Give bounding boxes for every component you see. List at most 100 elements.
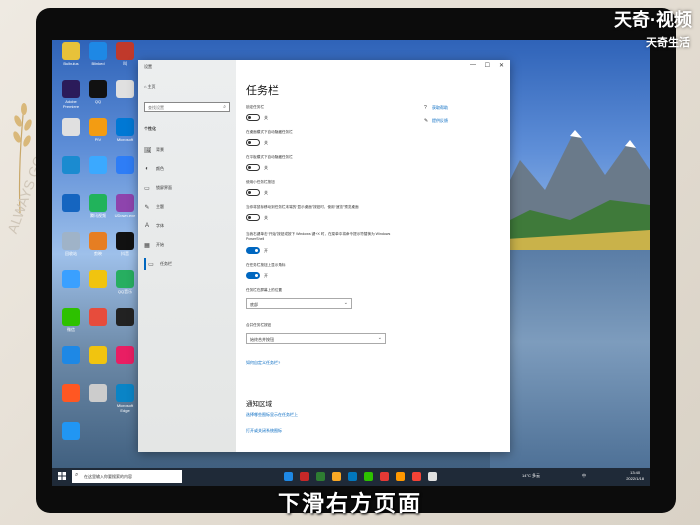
desktop-icon[interactable]: QQ (85, 80, 111, 104)
get-help-link[interactable]: ? 获取帮助 (424, 105, 448, 111)
setting-label: 在桌面模式下自动隐藏任务栏 (246, 130, 293, 134)
taskbar-app-icon[interactable] (284, 472, 293, 481)
nav-home[interactable]: ⌂ 主页 (144, 84, 156, 90)
app-icon (116, 42, 134, 60)
setting-label: 当你将鼠标移动到任务栏末端的“显示桌面”按钮时，使用“速览”预览桌面 (246, 205, 359, 209)
desktop-icon[interactable]: 回收站 (58, 232, 84, 256)
toggle-state: 关 (264, 140, 268, 145)
nav-item-start[interactable]: ▦ 开始 (144, 239, 234, 251)
desktop-icon[interactable] (85, 346, 111, 365)
desktop-icon[interactable]: PIV (85, 118, 111, 142)
desktop-icon[interactable]: 叫 (112, 42, 138, 66)
taskbar-app-icon[interactable] (396, 472, 405, 481)
desktop-icon[interactable]: Adobe Premiere (58, 80, 84, 109)
desktop-icon[interactable]: Microsoft (112, 118, 138, 142)
taskbar-app-icon[interactable] (364, 472, 373, 481)
desktop-icon[interactable] (58, 346, 84, 365)
weather-status[interactable]: 14°C 多云 (522, 473, 540, 479)
autohide-desktop-toggle[interactable] (246, 139, 260, 146)
autohide-tablet-toggle[interactable] (246, 164, 260, 171)
font-icon: A (144, 223, 149, 229)
desktop-icon[interactable]: Blinked (85, 42, 111, 66)
desktop-icon-label: 回收站 (65, 251, 77, 256)
lock-taskbar-toggle[interactable] (246, 114, 260, 121)
desktop-icon[interactable]: QQ音乐 (112, 270, 138, 294)
taskbar-app-icon[interactable] (428, 472, 437, 481)
taskbar-app-icon[interactable] (332, 472, 341, 481)
desktop-icon[interactable] (58, 194, 84, 213)
taskbar-position-select[interactable]: 底部 ⌄ (246, 298, 352, 309)
desktop-icon[interactable] (112, 156, 138, 175)
app-icon (116, 194, 134, 212)
desktop-icon[interactable] (112, 80, 138, 99)
nav-item-colors[interactable]: ◐ 颜色 (144, 163, 234, 175)
home-icon: ⌂ (144, 84, 147, 89)
desktop-icon[interactable] (58, 118, 84, 137)
taskbar-search-input[interactable]: ⌕ 在这里输入你要搜索的内容 (72, 470, 182, 483)
desktop-icon[interactable]: 抖音 (112, 232, 138, 256)
desktop-icon[interactable]: Bulbulus (58, 42, 84, 66)
desktop-icon[interactable] (85, 156, 111, 175)
palette-icon: ◐ (145, 166, 149, 172)
desktop-icon[interactable] (85, 270, 111, 289)
wallpaper-lake (490, 250, 650, 480)
app-icon (116, 232, 134, 250)
desktop-icon[interactable]: UDown.exe (112, 194, 138, 218)
customize-taskbar-link[interactable]: 如何自定义任务栏? (246, 360, 280, 366)
settings-window: 设置 ⌂ 主页 查找设置 ⌕ 个性化 🖼 背景 ◐ 颜色 ▭ 锁屏界面 ✎ 主题… (138, 60, 510, 452)
combine-buttons-select[interactable]: 始终合并按钮 ⌄ (246, 333, 386, 344)
desktop-icon[interactable] (112, 308, 138, 327)
brand-sub-watermark: 天奇生活 (646, 37, 690, 49)
nav-item-background[interactable]: 🖼 背景 (144, 144, 234, 156)
select-icons-link[interactable]: 选择哪些图标显示在任务栏上 (246, 412, 298, 418)
taskbar-app-icon[interactable] (300, 472, 309, 481)
taskbar-app-icon[interactable] (348, 472, 357, 481)
nav-item-themes[interactable]: ✎ 主题 (144, 201, 234, 213)
app-icon (89, 118, 107, 136)
taskbar-app-icon[interactable] (316, 472, 325, 481)
app-icon (62, 270, 80, 288)
desktop-icon[interactable] (85, 308, 111, 327)
select-value: 底部 (250, 301, 258, 307)
feedback-link[interactable]: ✎ 提供反馈 (424, 118, 448, 124)
powershell-toggle[interactable] (246, 247, 260, 254)
nav-item-fonts[interactable]: A 字体 (144, 220, 234, 232)
chevron-down-icon: ⌄ (377, 335, 382, 341)
desktop-icon-label: 剪映 (94, 251, 102, 256)
taskbar-app-icon[interactable] (380, 472, 389, 481)
windows-start-icon[interactable] (58, 472, 66, 480)
taskbar-clock[interactable]: 13:40 2022/1/18 (626, 470, 644, 482)
system-icons-link[interactable]: 打开或关闭系统图标 (246, 428, 282, 434)
minimize-button[interactable]: — (470, 62, 476, 68)
nav-item-taskbar[interactable]: ▭ 任务栏 (144, 258, 234, 270)
desktop-icon[interactable] (58, 270, 84, 289)
desktop-icon[interactable] (58, 156, 84, 175)
desktop-icon-label: QQ音乐 (117, 289, 133, 294)
desktop-icon-label: 微信 (67, 327, 75, 332)
desktop-icon[interactable] (58, 422, 84, 441)
desktop-icon[interactable]: Microsoft Edge (112, 384, 138, 413)
nav-item-lock-screen[interactable]: ▭ 锁屏界面 (144, 182, 234, 194)
taskbar-app-icon[interactable] (412, 472, 421, 481)
desktop-icon[interactable] (58, 384, 84, 403)
desktop-icon[interactable] (112, 346, 138, 365)
badges-toggle[interactable] (246, 272, 260, 279)
position-label: 任务栏在屏幕上的位置 (246, 288, 282, 292)
small-buttons-toggle[interactable] (246, 189, 260, 196)
nav-item-label: 锁屏界面 (156, 185, 172, 190)
peek-toggle[interactable] (246, 214, 260, 221)
maximize-button[interactable]: ☐ (485, 62, 490, 69)
desktop-icon-label: Blinked (91, 61, 105, 66)
app-icon (62, 308, 80, 326)
toggle-state: 开 (264, 273, 268, 278)
desktop-icon[interactable]: 微信 (58, 308, 84, 332)
close-button[interactable]: ✕ (499, 62, 504, 69)
settings-search-input[interactable]: 查找设置 ⌕ (144, 102, 230, 112)
setting-label: 在任务栏按钮上显示角标 (246, 263, 286, 267)
wallpaper-mountains (490, 130, 650, 260)
help-icon: ? (424, 104, 427, 111)
desktop-icon[interactable]: 腾讯视频 (85, 194, 111, 218)
desktop-icon[interactable]: 剪映 (85, 232, 111, 256)
desktop-icon[interactable] (85, 384, 111, 403)
input-language[interactable]: 中 (582, 473, 586, 479)
